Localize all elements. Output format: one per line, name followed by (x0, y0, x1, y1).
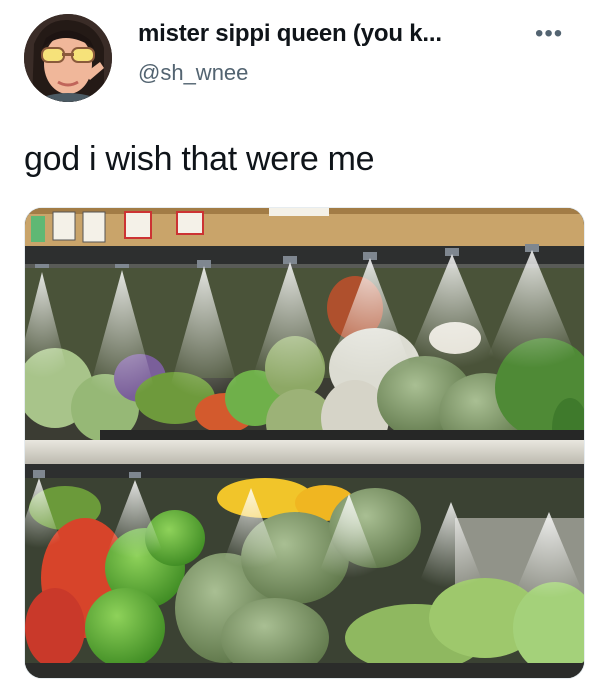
user-handle[interactable]: @sh_wnee (138, 60, 248, 86)
produce-mist-photo-icon (25, 208, 584, 678)
tweet-text: god i wish that were me (24, 140, 375, 178)
tweet: mister sippi queen (you k... @sh_wnee ••… (0, 0, 599, 689)
avatar-photo-icon (24, 14, 112, 102)
avatar[interactable] (24, 14, 112, 102)
tweet-media-image[interactable] (24, 207, 585, 679)
display-name[interactable]: mister sippi queen (you k... (138, 20, 442, 48)
more-horizontal-icon[interactable]: ••• (535, 20, 563, 48)
